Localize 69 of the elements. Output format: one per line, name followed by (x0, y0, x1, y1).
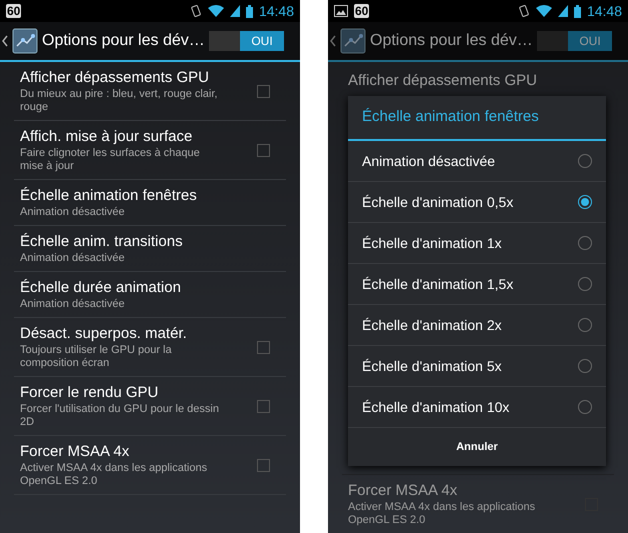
radio-option[interactable]: Échelle d'animation 2x (348, 305, 606, 346)
setting-summary: Activer MSAA 4x dans les applications OpenGL ES 2.0 (20, 462, 208, 488)
radio-option[interactable]: Échelle d'animation 1x (348, 223, 606, 264)
setting-title: Afficher dépassements GPU (348, 72, 538, 89)
checkbox[interactable] (257, 459, 270, 472)
radio-button[interactable] (578, 359, 592, 373)
setting-title: Forcer MSAA 4x (20, 443, 130, 460)
radio-button[interactable] (578, 400, 592, 414)
wifi-icon (536, 5, 552, 17)
wifi-icon (208, 5, 224, 17)
radio-option[interactable]: Animation désactivée (348, 141, 606, 182)
status-time: 14:48 (586, 3, 622, 19)
screen-title: Options pour les dév… (42, 32, 205, 50)
notification-badge: 60 (6, 4, 22, 18)
radio-option[interactable]: Échelle d'animation 0,5x (348, 182, 606, 223)
signal-icon (230, 5, 240, 17)
setting-summary: Animation désactivée (20, 206, 126, 219)
setting-summary: Animation désactivée (20, 298, 126, 311)
radio-button[interactable] (578, 318, 592, 332)
settings-item[interactable]: Afficher dépassements GPU Du mieux au pire : bleu, vert, rouge clair, rouge (14, 62, 286, 121)
settings-app-icon (12, 28, 38, 54)
radio-button[interactable] (578, 154, 592, 168)
checkbox[interactable] (257, 400, 270, 413)
setting-summary: Faire clignoter les surfaces à chaque mise à jour (20, 147, 201, 173)
settings-item[interactable]: Échelle animation fenêtres Animation désactivée (14, 180, 286, 226)
vibrate-icon (190, 5, 202, 17)
radio-button[interactable] (578, 236, 592, 250)
radio-button[interactable] (578, 195, 592, 209)
settings-item[interactable]: Forcer MSAA 4x Activer MSAA 4x dans les applications OpenGL ES 2.0 (14, 436, 286, 495)
setting-title: Échelle anim. transitions (20, 233, 184, 250)
settings-item[interactable]: Échelle anim. transitions Animation désactivée (14, 226, 286, 272)
battery-icon (246, 4, 253, 18)
vibrate-icon (518, 5, 530, 17)
radio-option[interactable]: Échelle d'animation 1,5x (348, 264, 606, 305)
setting-title: Forcer le rendu GPU (20, 384, 160, 401)
setting-summary: Activer MSAA 4x dans les applications OpenGL ES 2.0 (348, 501, 536, 527)
setting-title: Afficher dépassements GPU (20, 69, 210, 86)
setting-summary: Animation désactivée (20, 252, 126, 265)
screen-title: Options pour les dév… (370, 32, 533, 50)
settings-item[interactable]: Désact. superpos. matér. Toujours utiliser le GPU pour la composition écran (14, 318, 286, 377)
radio-button[interactable] (578, 277, 592, 291)
checkbox[interactable] (257, 341, 270, 354)
setting-summary: Forcer l'utilisation du GPU pour le dessin 2D (20, 403, 220, 429)
settings-item[interactable]: Afficher dépassements GPU (342, 62, 614, 95)
image-icon (334, 5, 348, 17)
signal-icon (558, 5, 568, 17)
setting-title: Échelle animation fenêtres (20, 187, 198, 204)
back-icon[interactable] (2, 35, 8, 47)
cancel-button[interactable]: Annuler (348, 428, 606, 466)
dialog-title: Échelle animation fenêtres (348, 96, 606, 141)
back-icon[interactable] (330, 35, 336, 47)
settings-item[interactable]: Échelle durée animation Animation désactivée (14, 272, 286, 318)
setting-summary: Du mieux au pire : bleu, vert, rouge clair, rouge (20, 88, 218, 114)
setting-title: Forcer MSAA 4x (348, 482, 458, 499)
setting-title: Échelle durée animation (20, 279, 182, 296)
checkbox[interactable] (257, 85, 270, 98)
status-time: 14:48 (258, 3, 294, 19)
settings-item[interactable]: Forcer le rendu GPU Forcer l'utilisation du GPU pour le dessin 2D (14, 377, 286, 436)
notification-badge: 60 (354, 4, 370, 18)
checkbox[interactable] (257, 144, 270, 157)
setting-summary: Toujours utiliser le GPU pour la composition écran (20, 344, 173, 370)
radio-option[interactable]: Échelle d'animation 5x (348, 346, 606, 387)
settings-item[interactable]: Affich. mise à jour surface Faire clignoter les surfaces à chaque mise à jour (14, 121, 286, 180)
settings-app-icon (340, 28, 366, 54)
setting-title: Désact. superpos. matér. (20, 325, 188, 342)
setting-title: Affich. mise à jour surface (20, 128, 194, 145)
settings-item[interactable]: Forcer MSAA 4x Activer MSAA 4x dans les applications OpenGL ES 2.0 (342, 474, 614, 533)
toggle-switch[interactable]: OUI (208, 31, 284, 51)
battery-icon (574, 4, 581, 18)
